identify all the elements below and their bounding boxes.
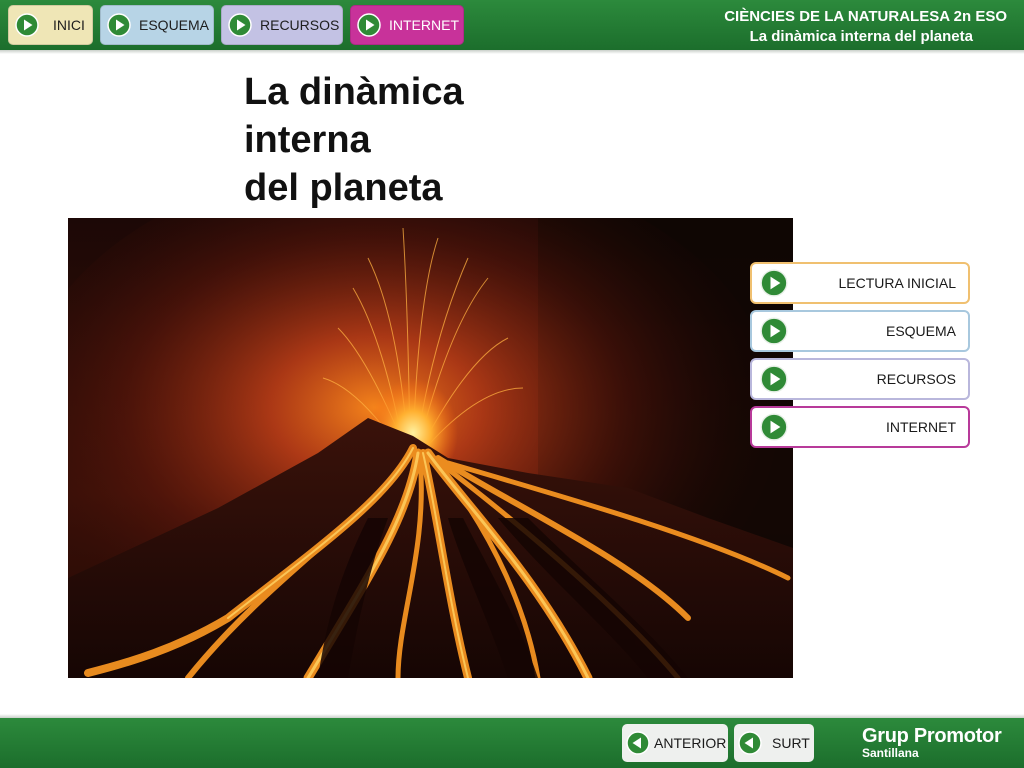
brand-line2: Santillana: [862, 746, 919, 760]
play-arrow-icon: [15, 13, 39, 37]
play-arrow-icon: [760, 365, 788, 393]
header-title: CIÈNCIES DE LA NATURALESA 2n ESO La dinà…: [724, 7, 1007, 47]
surt-button[interactable]: SURT: [734, 724, 814, 762]
nav-recursos-button[interactable]: RECURSOS: [221, 5, 343, 45]
page-title-line: interna: [244, 119, 371, 161]
menu-esquema-label: ESQUEMA: [885, 323, 956, 339]
anterior-label: ANTERIOR: [654, 735, 727, 751]
nav-recursos-label: RECURSOS: [260, 17, 340, 33]
nav-esquema-label: ESQUEMA: [139, 17, 210, 33]
brand-line1: Grup Promotor: [862, 725, 1002, 747]
surt-label: SURT: [772, 735, 810, 751]
back-arrow-icon: [626, 731, 650, 755]
page-title-line: del planeta: [244, 167, 443, 209]
play-arrow-icon: [228, 13, 252, 37]
volcano-photo: [68, 218, 793, 678]
nav-inici-label: INICI: [53, 17, 85, 33]
page-title: La dinàmica interna del planeta: [244, 68, 464, 212]
menu-lectura-inicial-label: LECTURA INICIAL: [838, 275, 956, 291]
bottom-bar: ANTERIOR SURT Grup Promotor Santillana: [0, 714, 1024, 768]
header-subject: CIÈNCIES DE LA NATURALESA 2n ESO: [724, 8, 1007, 25]
menu-lectura-inicial-button[interactable]: LECTURA INICIAL: [750, 262, 970, 304]
play-arrow-icon: [357, 13, 381, 37]
nav-internet-label: INTERNET: [389, 17, 459, 33]
menu-recursos-label: RECURSOS: [876, 371, 956, 387]
brand-logo: Grup Promotor Santillana: [862, 725, 1002, 760]
menu-esquema-button[interactable]: ESQUEMA: [750, 310, 970, 352]
play-arrow-icon: [107, 13, 131, 37]
nav-inici-button[interactable]: INICI: [8, 5, 93, 45]
menu-recursos-button[interactable]: RECURSOS: [750, 358, 970, 400]
anterior-button[interactable]: ANTERIOR: [622, 724, 728, 762]
menu-internet-label: INTERNET: [886, 419, 956, 435]
nav-esquema-button[interactable]: ESQUEMA: [100, 5, 214, 45]
play-arrow-icon: [760, 317, 788, 345]
header-unit: La dinàmica interna del planeta: [749, 28, 973, 45]
nav-internet-button[interactable]: INTERNET: [350, 5, 464, 45]
play-arrow-icon: [760, 269, 788, 297]
page-title-line: La dinàmica: [244, 71, 464, 113]
top-bar: INICI ESQUEMA RECURSOS INTERNET CIÈNCIES…: [0, 0, 1024, 54]
menu-internet-button[interactable]: INTERNET: [750, 406, 970, 448]
back-arrow-icon: [738, 731, 762, 755]
play-arrow-icon: [760, 413, 788, 441]
